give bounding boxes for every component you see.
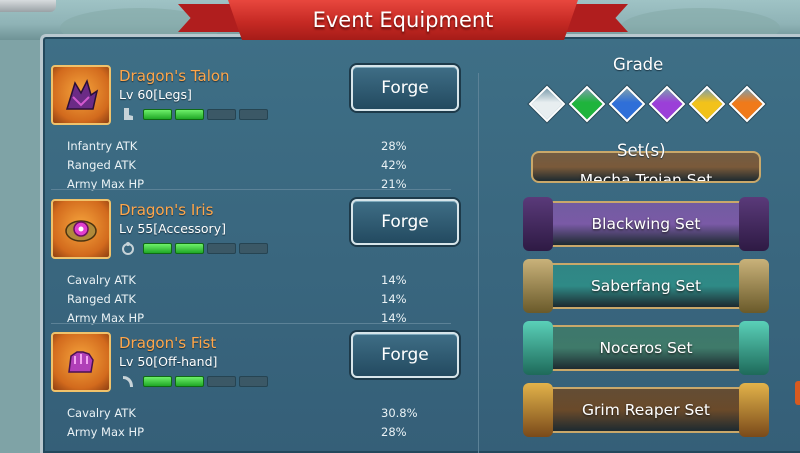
stat-name: Infantry ATK	[67, 139, 138, 153]
progress-segment	[207, 376, 236, 387]
progress-segment	[175, 376, 204, 387]
forge-button[interactable]: Forge	[351, 65, 459, 111]
stat-row: Ranged ATK 42%	[51, 156, 443, 175]
event-equipment-panel: Dragon's Talon Lv 60[Legs] Forge Infantr…	[40, 34, 800, 453]
iris-icon[interactable]	[51, 199, 111, 259]
item-level: Lv 55[Accessory]	[119, 221, 226, 236]
stat-value: 42%	[381, 158, 407, 172]
item-level: Lv 50[Off-hand]	[119, 354, 218, 369]
stat-value: 14%	[381, 273, 407, 287]
progress-segment	[239, 109, 268, 120]
set-ornament	[523, 321, 553, 375]
column-separator	[478, 73, 479, 453]
stat-row: Cavalry ATK 30.8%	[51, 404, 443, 423]
item-name: Dragon's Iris	[119, 201, 214, 219]
forge-button[interactable]: Forge	[351, 199, 459, 245]
set-label: Saberfang Set	[590, 277, 702, 295]
stat-name: Cavalry ATK	[67, 406, 136, 420]
set-button-blackwing[interactable]: Blackwing Set	[523, 197, 769, 251]
fist-icon[interactable]	[51, 332, 111, 392]
set-button-saberfang[interactable]: Saberfang Set	[523, 259, 769, 313]
divider	[51, 189, 451, 190]
item-name: Dragon's Talon	[119, 67, 230, 85]
progress-segment	[175, 243, 204, 254]
set-ornament	[739, 383, 769, 437]
set-ornament	[523, 383, 553, 437]
stat-row: Cavalry ATK 14%	[51, 271, 443, 290]
equipment-item: Dragon's Fist Lv 50[Off-hand] Forge Cava…	[51, 332, 459, 442]
title-banner: Event Equipment	[178, 0, 628, 44]
set-ornament	[739, 321, 769, 375]
stat-row: Army Max HP 21%	[51, 175, 443, 194]
talon-icon[interactable]	[51, 65, 111, 125]
equipment-item: Dragon's Iris Lv 55[Accessory] Forge Cav…	[51, 199, 459, 328]
grade-gem-purple[interactable]	[648, 85, 686, 123]
stat-row: Army Max HP 14%	[51, 309, 443, 328]
set-ornament	[523, 259, 553, 313]
progress-segment	[143, 376, 172, 387]
grade-gem-blue[interactable]	[608, 85, 646, 123]
stat-name: Army Max HP	[67, 425, 145, 439]
progress-bar	[143, 376, 268, 387]
item-name: Dragon's Fist	[119, 334, 217, 352]
progress-bar	[143, 109, 268, 120]
ring-icon	[122, 242, 134, 255]
grade-gem-white[interactable]	[528, 85, 566, 123]
progress-segment	[175, 109, 204, 120]
progress-segment	[239, 243, 268, 254]
progress-bar	[143, 243, 268, 254]
boot-icon	[124, 108, 133, 120]
set-button-noceros[interactable]: Noceros Set	[523, 321, 769, 375]
grade-label: Grade	[613, 55, 664, 74]
stat-row: Army Max HP 28%	[51, 423, 443, 442]
stat-value: 28%	[381, 425, 407, 439]
set-ornament	[739, 259, 769, 313]
sets-label: Set(s)	[617, 141, 666, 160]
stat-value: 28%	[381, 139, 407, 153]
progress-segment	[239, 376, 268, 387]
page-title: Event Equipment	[312, 8, 494, 32]
set-ornament	[739, 197, 769, 251]
set-label: Noceros Set	[599, 339, 693, 357]
equipment-item: Dragon's Talon Lv 60[Legs] Forge Infantr…	[51, 65, 459, 194]
set-button-grim-reaper[interactable]: Grim Reaper Set	[523, 383, 769, 437]
stat-name: Cavalry ATK	[67, 273, 136, 287]
progress-segment	[143, 243, 172, 254]
progress-segment	[207, 109, 236, 120]
progress-segment	[143, 109, 172, 120]
set-ornament	[523, 197, 553, 251]
grade-gem-orange[interactable]	[728, 85, 766, 123]
set-label: Grim Reaper Set	[582, 401, 710, 419]
stat-name: Ranged ATK	[67, 158, 136, 172]
grade-gem-gold[interactable]	[688, 85, 726, 123]
stat-name: Ranged ATK	[67, 292, 136, 306]
item-level: Lv 60[Legs]	[119, 87, 192, 102]
stat-row: Ranged ATK 14%	[51, 290, 443, 309]
banner-body: Event Equipment	[228, 0, 578, 40]
progress-segment	[207, 243, 236, 254]
stat-value: 14%	[381, 292, 407, 306]
off-hand-icon	[123, 376, 133, 387]
stat-value: 30.8%	[381, 406, 418, 420]
set-label: Mecha Trojan Set	[579, 171, 713, 183]
forge-button[interactable]: Forge	[351, 332, 459, 378]
set-label: Blackwing Set	[591, 215, 701, 233]
grade-gem-green[interactable]	[568, 85, 606, 123]
divider	[51, 323, 451, 324]
stat-row: Infantry ATK 28%	[51, 137, 443, 156]
top-left-tab[interactable]	[0, 0, 56, 12]
side-tab-button[interactable]	[795, 381, 800, 405]
